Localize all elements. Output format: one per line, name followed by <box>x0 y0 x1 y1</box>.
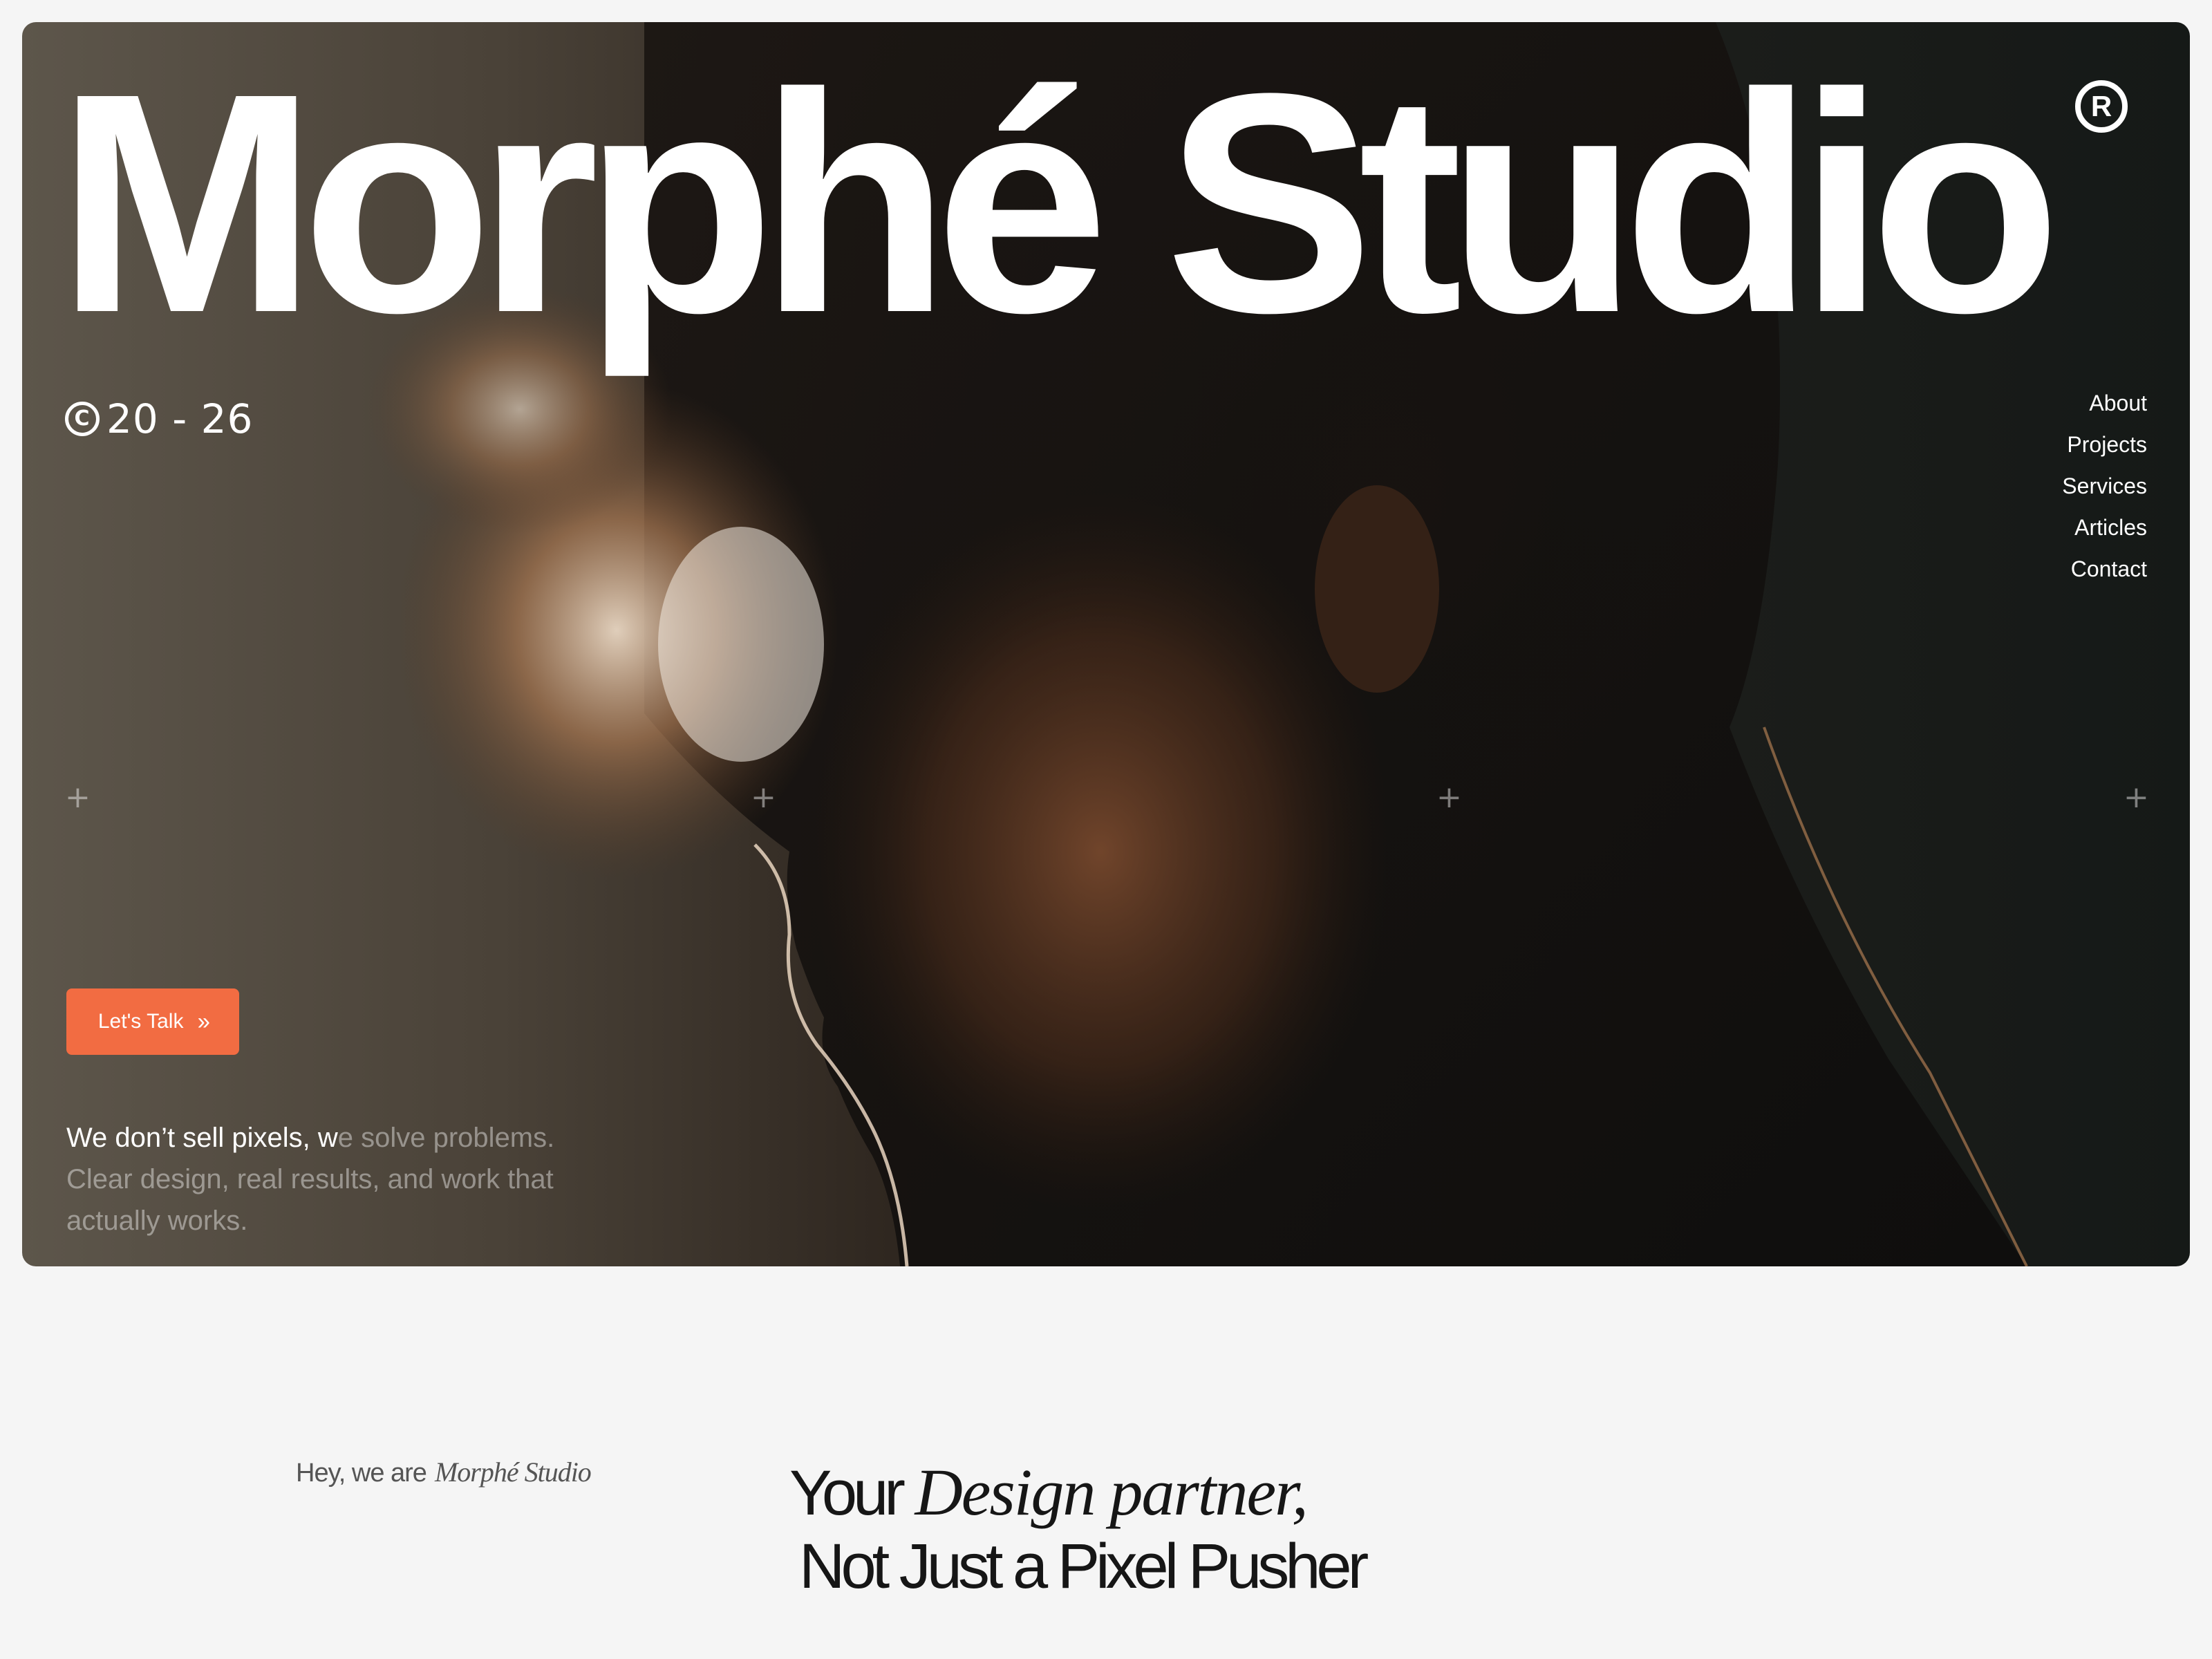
intro-prefix: Hey, we are <box>296 1459 427 1488</box>
intro-brand: Morphé Studio <box>434 1456 592 1488</box>
nav-item-projects[interactable]: Projects <box>2067 431 2147 458</box>
hero-tagline: We don’t sell pixels, we solve problems.… <box>66 1117 619 1241</box>
plus-icon: + <box>2124 780 2149 815</box>
plus-icon: + <box>65 780 91 815</box>
brand-title: Morphé Studio <box>57 28 2061 377</box>
copyright-icon: C <box>65 402 100 436</box>
headline-italic: Design partner, <box>915 1455 1308 1529</box>
copyright-years: C 20 - 26 <box>65 395 253 442</box>
nav-item-services[interactable]: Services <box>2062 473 2147 499</box>
headline-line2: Not Just a Pixel Pusher <box>799 1531 1369 1602</box>
tagline-highlight: We don’t sell pixels, w <box>66 1123 338 1153</box>
registered-trademark-icon: R <box>2075 80 2128 133</box>
plus-icon: + <box>1436 780 1462 815</box>
intro-label: Hey, we are Morphé Studio <box>296 1456 592 1488</box>
double-chevron-right-icon: ›› <box>197 1009 210 1035</box>
intro-headline: Your Design partner, Not Just a Pixel Pu… <box>789 1455 1369 1603</box>
hero-section: Morphé Studio R C 20 - 26 About Projects… <box>22 22 2190 1266</box>
years-label: 20 - 26 <box>106 395 254 442</box>
main-nav: About Projects Services Articles Contact <box>2062 390 2147 582</box>
plus-icon: + <box>751 780 776 815</box>
nav-item-about[interactable]: About <box>2089 390 2147 416</box>
lets-talk-label: Let's Talk <box>97 1010 184 1033</box>
lets-talk-button[interactable]: Let's Talk ›› <box>66 988 239 1055</box>
headline-part1: Your <box>789 1458 906 1528</box>
nav-item-contact[interactable]: Contact <box>2071 556 2147 582</box>
nav-item-articles[interactable]: Articles <box>2074 514 2147 541</box>
